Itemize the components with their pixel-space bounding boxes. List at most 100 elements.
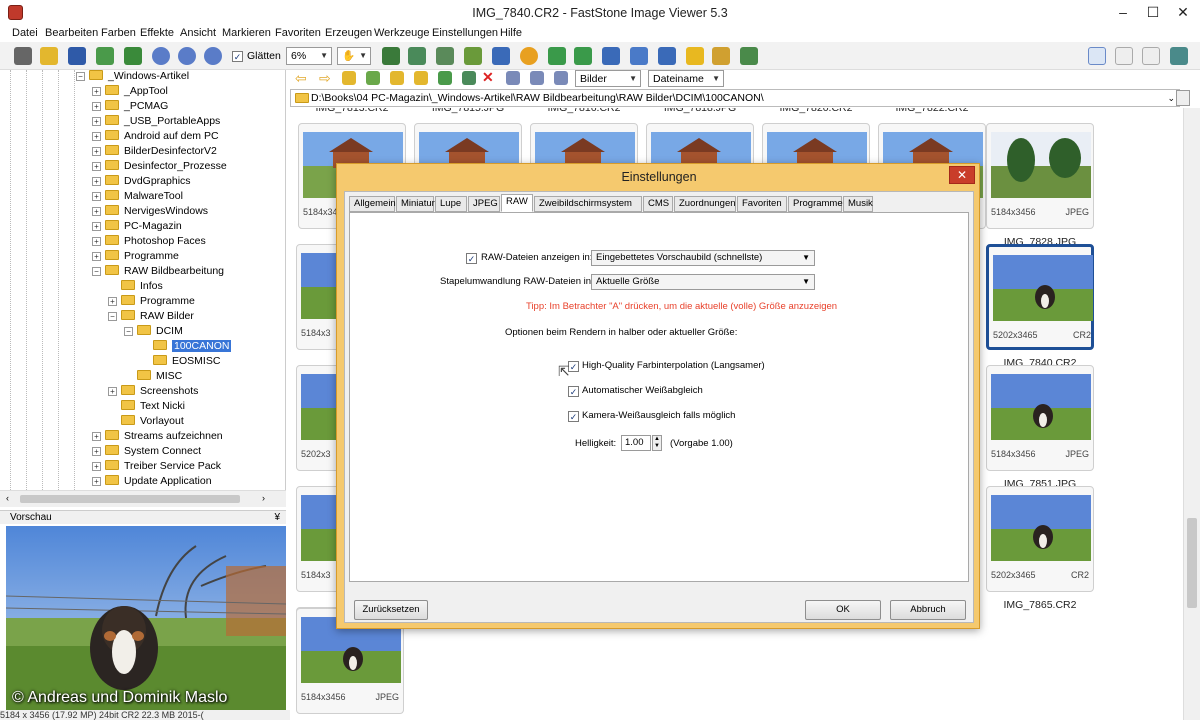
menu-hilfe[interactable]: Hilfe bbox=[500, 27, 522, 39]
menu-einstellungen[interactable]: Einstellungen bbox=[432, 27, 498, 39]
expand-icon[interactable]: + bbox=[108, 387, 117, 396]
collapse-icon[interactable]: − bbox=[108, 312, 117, 321]
save-as-icon[interactable] bbox=[96, 47, 114, 65]
zoom-in-icon[interactable] bbox=[152, 47, 170, 65]
select-all-icon[interactable] bbox=[506, 71, 520, 85]
expand-icon[interactable]: + bbox=[92, 207, 101, 216]
layout-1-icon[interactable] bbox=[1088, 47, 1106, 65]
smooth-checkbox[interactable]: ✓ bbox=[232, 49, 248, 62]
up-folder-icon[interactable] bbox=[342, 71, 356, 85]
settings-icon[interactable] bbox=[740, 47, 758, 65]
expand-icon[interactable]: + bbox=[92, 177, 101, 186]
favorite-folder-icon[interactable] bbox=[414, 71, 428, 85]
scroll-left-icon[interactable]: ‹ bbox=[6, 493, 9, 503]
columns-icon[interactable] bbox=[530, 71, 544, 85]
expand-icon[interactable]: + bbox=[92, 222, 101, 231]
refresh-folder-icon[interactable] bbox=[366, 71, 380, 85]
thumbnail-caption[interactable]: IMG_7822.CR2 bbox=[878, 108, 986, 114]
open-folder-icon[interactable] bbox=[40, 47, 58, 65]
expand-icon[interactable]: + bbox=[92, 147, 101, 156]
tree-node[interactable]: + NervigesWindows bbox=[92, 204, 208, 219]
thumbnail-caption[interactable]: IMG_7865.CR2 bbox=[986, 599, 1094, 611]
brightness-input[interactable]: 1.00 bbox=[621, 435, 651, 451]
sort-select[interactable]: Dateiname ▼ bbox=[648, 70, 724, 87]
tree-node[interactable]: − RAW Bildbearbeitung bbox=[92, 264, 224, 279]
cancel-button[interactable]: Abbruch bbox=[890, 600, 966, 620]
tab-favoriten[interactable]: Favoriten bbox=[737, 196, 787, 212]
tree-node[interactable]: + System Connect bbox=[92, 444, 201, 459]
tree-node[interactable]: EOSMISC bbox=[140, 354, 220, 369]
list-icon[interactable] bbox=[554, 71, 568, 85]
thumbnail[interactable]: 5202x3465 CR2 bbox=[986, 486, 1094, 592]
tree-node[interactable]: Text Nicki bbox=[108, 399, 185, 414]
menu-erzeugen[interactable]: Erzeugen bbox=[325, 27, 372, 39]
ok-button[interactable]: OK bbox=[805, 600, 881, 620]
tab-cms[interactable]: CMS bbox=[643, 196, 673, 212]
raw-show-checkbox[interactable]: ✓ bbox=[466, 251, 482, 264]
thumbnail[interactable]: 5184x3456 JPEG bbox=[986, 123, 1094, 229]
tree-node[interactable]: 100CANON bbox=[140, 339, 232, 354]
expand-icon[interactable]: + bbox=[92, 117, 101, 126]
thumbnail-caption[interactable]: IMG_7815.JPG bbox=[414, 108, 522, 114]
tree-node[interactable]: Infos bbox=[108, 279, 163, 294]
menu-farben[interactable]: Farben bbox=[101, 27, 136, 39]
expand-icon[interactable]: + bbox=[92, 162, 101, 171]
rotate-icon[interactable] bbox=[464, 47, 482, 65]
back-arrow-icon[interactable]: ⇦ bbox=[295, 70, 307, 87]
tree-node[interactable]: + Programme bbox=[92, 249, 179, 264]
tree-node[interactable]: + Streams aufzeichnen bbox=[92, 429, 223, 444]
expand-icon[interactable]: + bbox=[92, 447, 101, 456]
calendar-icon[interactable] bbox=[1176, 90, 1190, 106]
path-field[interactable]: D:\Books\04 PC-Magazin\_Windows-Artikel\… bbox=[290, 89, 1180, 107]
brightness-spinner[interactable]: ▲ ▼ bbox=[652, 435, 662, 451]
zoom-select[interactable]: 6% ▼ bbox=[286, 47, 332, 65]
tree-node[interactable]: + Programme bbox=[108, 294, 195, 309]
tab-raw[interactable]: RAW bbox=[501, 194, 533, 212]
dialog-close-button[interactable]: ✕ bbox=[949, 166, 975, 184]
copy-icon[interactable] bbox=[438, 71, 452, 85]
tree-node[interactable]: Vorlayout bbox=[108, 414, 184, 429]
filter-select[interactable]: Bilder ▼ bbox=[575, 70, 641, 87]
tree-node[interactable]: + Treiber Service Pack bbox=[92, 459, 221, 474]
fullscreen-icon[interactable] bbox=[658, 47, 676, 65]
raw-show-select[interactable]: Eingebettetes Vorschaubild (schnellste) ▼ bbox=[591, 250, 815, 266]
reset-button[interactable]: Zurücksetzen bbox=[354, 600, 428, 620]
thumbnail[interactable]: 5184x3456 JPEG bbox=[986, 365, 1094, 471]
expand-icon[interactable]: + bbox=[92, 462, 101, 471]
save-icon[interactable] bbox=[68, 47, 86, 65]
expand-icon[interactable]: + bbox=[92, 87, 101, 96]
tree-node[interactable]: + _PCMAG bbox=[92, 99, 168, 114]
expand-icon[interactable]: + bbox=[92, 192, 101, 201]
tree-node[interactable]: − _Windows-Artikel bbox=[76, 70, 189, 84]
chevron-down-icon[interactable]: ⌄ bbox=[1167, 90, 1175, 106]
collapse-icon[interactable]: ¥ bbox=[274, 511, 280, 525]
expand-icon[interactable]: + bbox=[108, 297, 117, 306]
tree-node[interactable]: + Photoshop Faces bbox=[92, 234, 206, 249]
thumbnail-caption[interactable]: IMG_7818.JPG bbox=[646, 108, 754, 114]
hand-tool-select[interactable]: ✋ ▼ bbox=[337, 47, 371, 65]
rotate-left-icon[interactable] bbox=[548, 47, 566, 65]
tree-node[interactable]: + Update Application bbox=[92, 474, 212, 489]
tab-zuordnungen[interactable]: Zuordnungen bbox=[674, 196, 736, 212]
expand-icon[interactable]: + bbox=[92, 432, 101, 441]
tree-node[interactable]: + Desinfector_Prozesse bbox=[92, 159, 227, 174]
expand-icon[interactable]: + bbox=[92, 132, 101, 141]
expand-icon[interactable]: + bbox=[92, 252, 101, 261]
print-icon[interactable] bbox=[712, 47, 730, 65]
thumbnail[interactable]: 5202x3465 CR2 bbox=[986, 244, 1094, 350]
actual-size-icon[interactable] bbox=[204, 47, 222, 65]
tree-node[interactable]: + Android auf dem PC bbox=[92, 129, 219, 144]
tree-node[interactable]: − DCIM bbox=[124, 324, 183, 339]
layout-3-icon[interactable] bbox=[1142, 47, 1160, 65]
layout-2-icon[interactable] bbox=[1115, 47, 1133, 65]
menu-markieren[interactable]: Markieren bbox=[222, 27, 271, 39]
scroll-right-icon[interactable]: › bbox=[262, 493, 265, 503]
expand-icon[interactable]: + bbox=[92, 477, 101, 486]
tree-node[interactable]: + DvdGpraphics bbox=[92, 174, 191, 189]
batch-select[interactable]: Aktuelle Größe ▼ bbox=[591, 274, 815, 290]
tree-horizontal-scrollbar[interactable]: ‹ › bbox=[0, 490, 286, 507]
zoom-out-icon[interactable] bbox=[178, 47, 196, 65]
close-button[interactable]: ✕ bbox=[1168, 2, 1198, 22]
fit-icon[interactable] bbox=[382, 47, 400, 65]
scroll-thumb[interactable] bbox=[1187, 518, 1197, 608]
